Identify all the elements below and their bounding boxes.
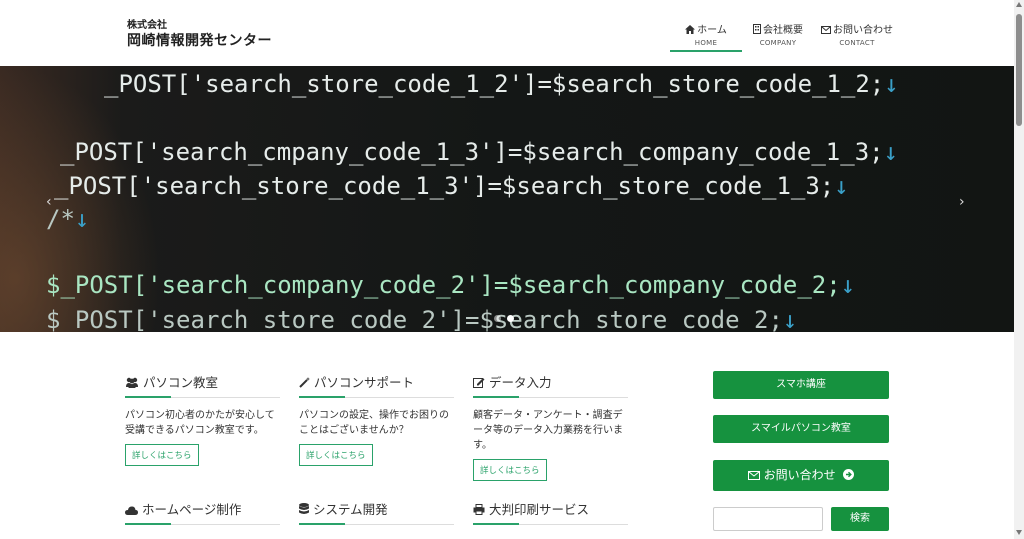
slider-next-button[interactable]: › <box>959 194 965 210</box>
service-title: データ入力 <box>473 372 628 398</box>
code-line-6: $_POST['search_store_code_2']=$search_st… <box>46 306 798 332</box>
printer-icon <box>473 504 485 515</box>
service-card: システム開発 <box>299 499 454 525</box>
scroll-up-icon[interactable] <box>1016 2 1022 7</box>
edit-icon <box>473 378 485 388</box>
users-icon <box>126 377 138 388</box>
contact-button-label: お問い合わせ <box>763 468 836 482</box>
page: 株式会社 岡崎情報開発センター ホーム HOME 会社概要 COMPANY お問… <box>0 0 1024 539</box>
search-button[interactable]: 検索 <box>831 507 889 531</box>
nav-contact-sub: CONTACT <box>839 39 875 47</box>
site-header: 株式会社 岡崎情報開発センター ホーム HOME 会社概要 COMPANY お問… <box>0 0 1014 66</box>
home-icon <box>685 25 696 34</box>
main-nav: ホーム HOME 会社概要 COMPANY お問い合わせ CONTACT <box>670 18 900 52</box>
building-icon <box>753 24 761 34</box>
nav-home[interactable]: ホーム HOME <box>670 18 742 52</box>
service-title: パソコンサポート <box>299 372 454 398</box>
code-line-4: /*↓ <box>46 205 90 233</box>
service-card: 大判印刷サービス <box>473 499 628 525</box>
smile-pc-class-button[interactable]: スマイルパソコン教室 <box>713 415 889 443</box>
code-line-5: $_POST['search_company_code_2']=$search_… <box>46 271 856 299</box>
nav-company[interactable]: 会社概要 COMPANY <box>742 18 814 52</box>
nav-contact[interactable]: お問い合わせ CONTACT <box>814 18 900 52</box>
service-title: システム開発 <box>299 499 454 525</box>
service-more-button[interactable]: 詳しくはこちら <box>299 444 373 466</box>
service-card: パソコン教室 パソコン初心者のかたが安心して受講できるパソコン教室です。 詳しく… <box>125 372 280 466</box>
smartphone-course-button[interactable]: スマホ講座 <box>713 371 889 399</box>
cloud-icon <box>125 506 138 515</box>
page-scrollbar[interactable] <box>1014 0 1024 539</box>
contact-button[interactable]: お問い合わせ <box>713 460 889 491</box>
nav-home-label: ホーム <box>697 25 727 36</box>
company-prefix: 株式会社 <box>127 20 167 31</box>
code-line-1: _POST['search_store_code_1_2']=$search_s… <box>104 70 899 98</box>
nav-company-label: 会社概要 <box>763 25 803 36</box>
slider-prev-button[interactable]: ‹ <box>46 194 52 210</box>
wand-icon <box>299 377 310 388</box>
scrollbar-thumb[interactable] <box>1016 14 1022 126</box>
scroll-down-icon[interactable] <box>1016 530 1022 535</box>
slider-dots <box>494 315 514 322</box>
service-card: ホームページ制作 <box>125 499 280 525</box>
service-title: パソコン教室 <box>125 372 280 398</box>
mail-icon <box>821 26 831 34</box>
site-logo[interactable]: 株式会社 岡崎情報開発センター <box>127 20 272 50</box>
service-title: ホームページ制作 <box>125 499 280 525</box>
nav-contact-label: お問い合わせ <box>833 25 893 36</box>
service-title: 大判印刷サービス <box>473 499 628 525</box>
hero-slider[interactable]: _POST['search_store_code_1_2']=$search_s… <box>0 66 1014 332</box>
slider-dot-2[interactable] <box>507 315 514 322</box>
service-more-button[interactable]: 詳しくはこちら <box>125 444 199 466</box>
search-input[interactable] <box>713 507 823 531</box>
service-card: データ入力 顧客データ・アンケート・調査データ等のデータ入力業務を行います。 詳… <box>473 372 628 481</box>
database-icon <box>299 503 309 514</box>
mail-icon <box>747 471 760 480</box>
nav-home-sub: HOME <box>694 39 718 47</box>
code-line-3: _POST['search_store_code_1_3']=$search_s… <box>54 172 849 200</box>
arrow-circle-right-icon <box>843 469 855 480</box>
code-line-2: _POST['search_cmpany_code_1_3']=$search_… <box>60 138 899 166</box>
service-desc: パソコン初心者のかたが安心して受講できるパソコン教室です。 <box>125 410 275 436</box>
nav-company-sub: COMPANY <box>759 39 797 47</box>
service-more-button[interactable]: 詳しくはこちら <box>473 459 547 481</box>
company-name: 岡崎情報開発センター <box>127 33 272 49</box>
service-card: パソコンサポート パソコンの設定、操作でお困りのことはございませんか？ 詳しくは… <box>299 372 454 466</box>
slider-dot-1[interactable] <box>494 315 501 322</box>
service-desc: 顧客データ・アンケート・調査データ等のデータ入力業務を行います。 <box>473 410 623 451</box>
service-desc: パソコンの設定、操作でお困りのことはございませんか？ <box>299 410 449 436</box>
